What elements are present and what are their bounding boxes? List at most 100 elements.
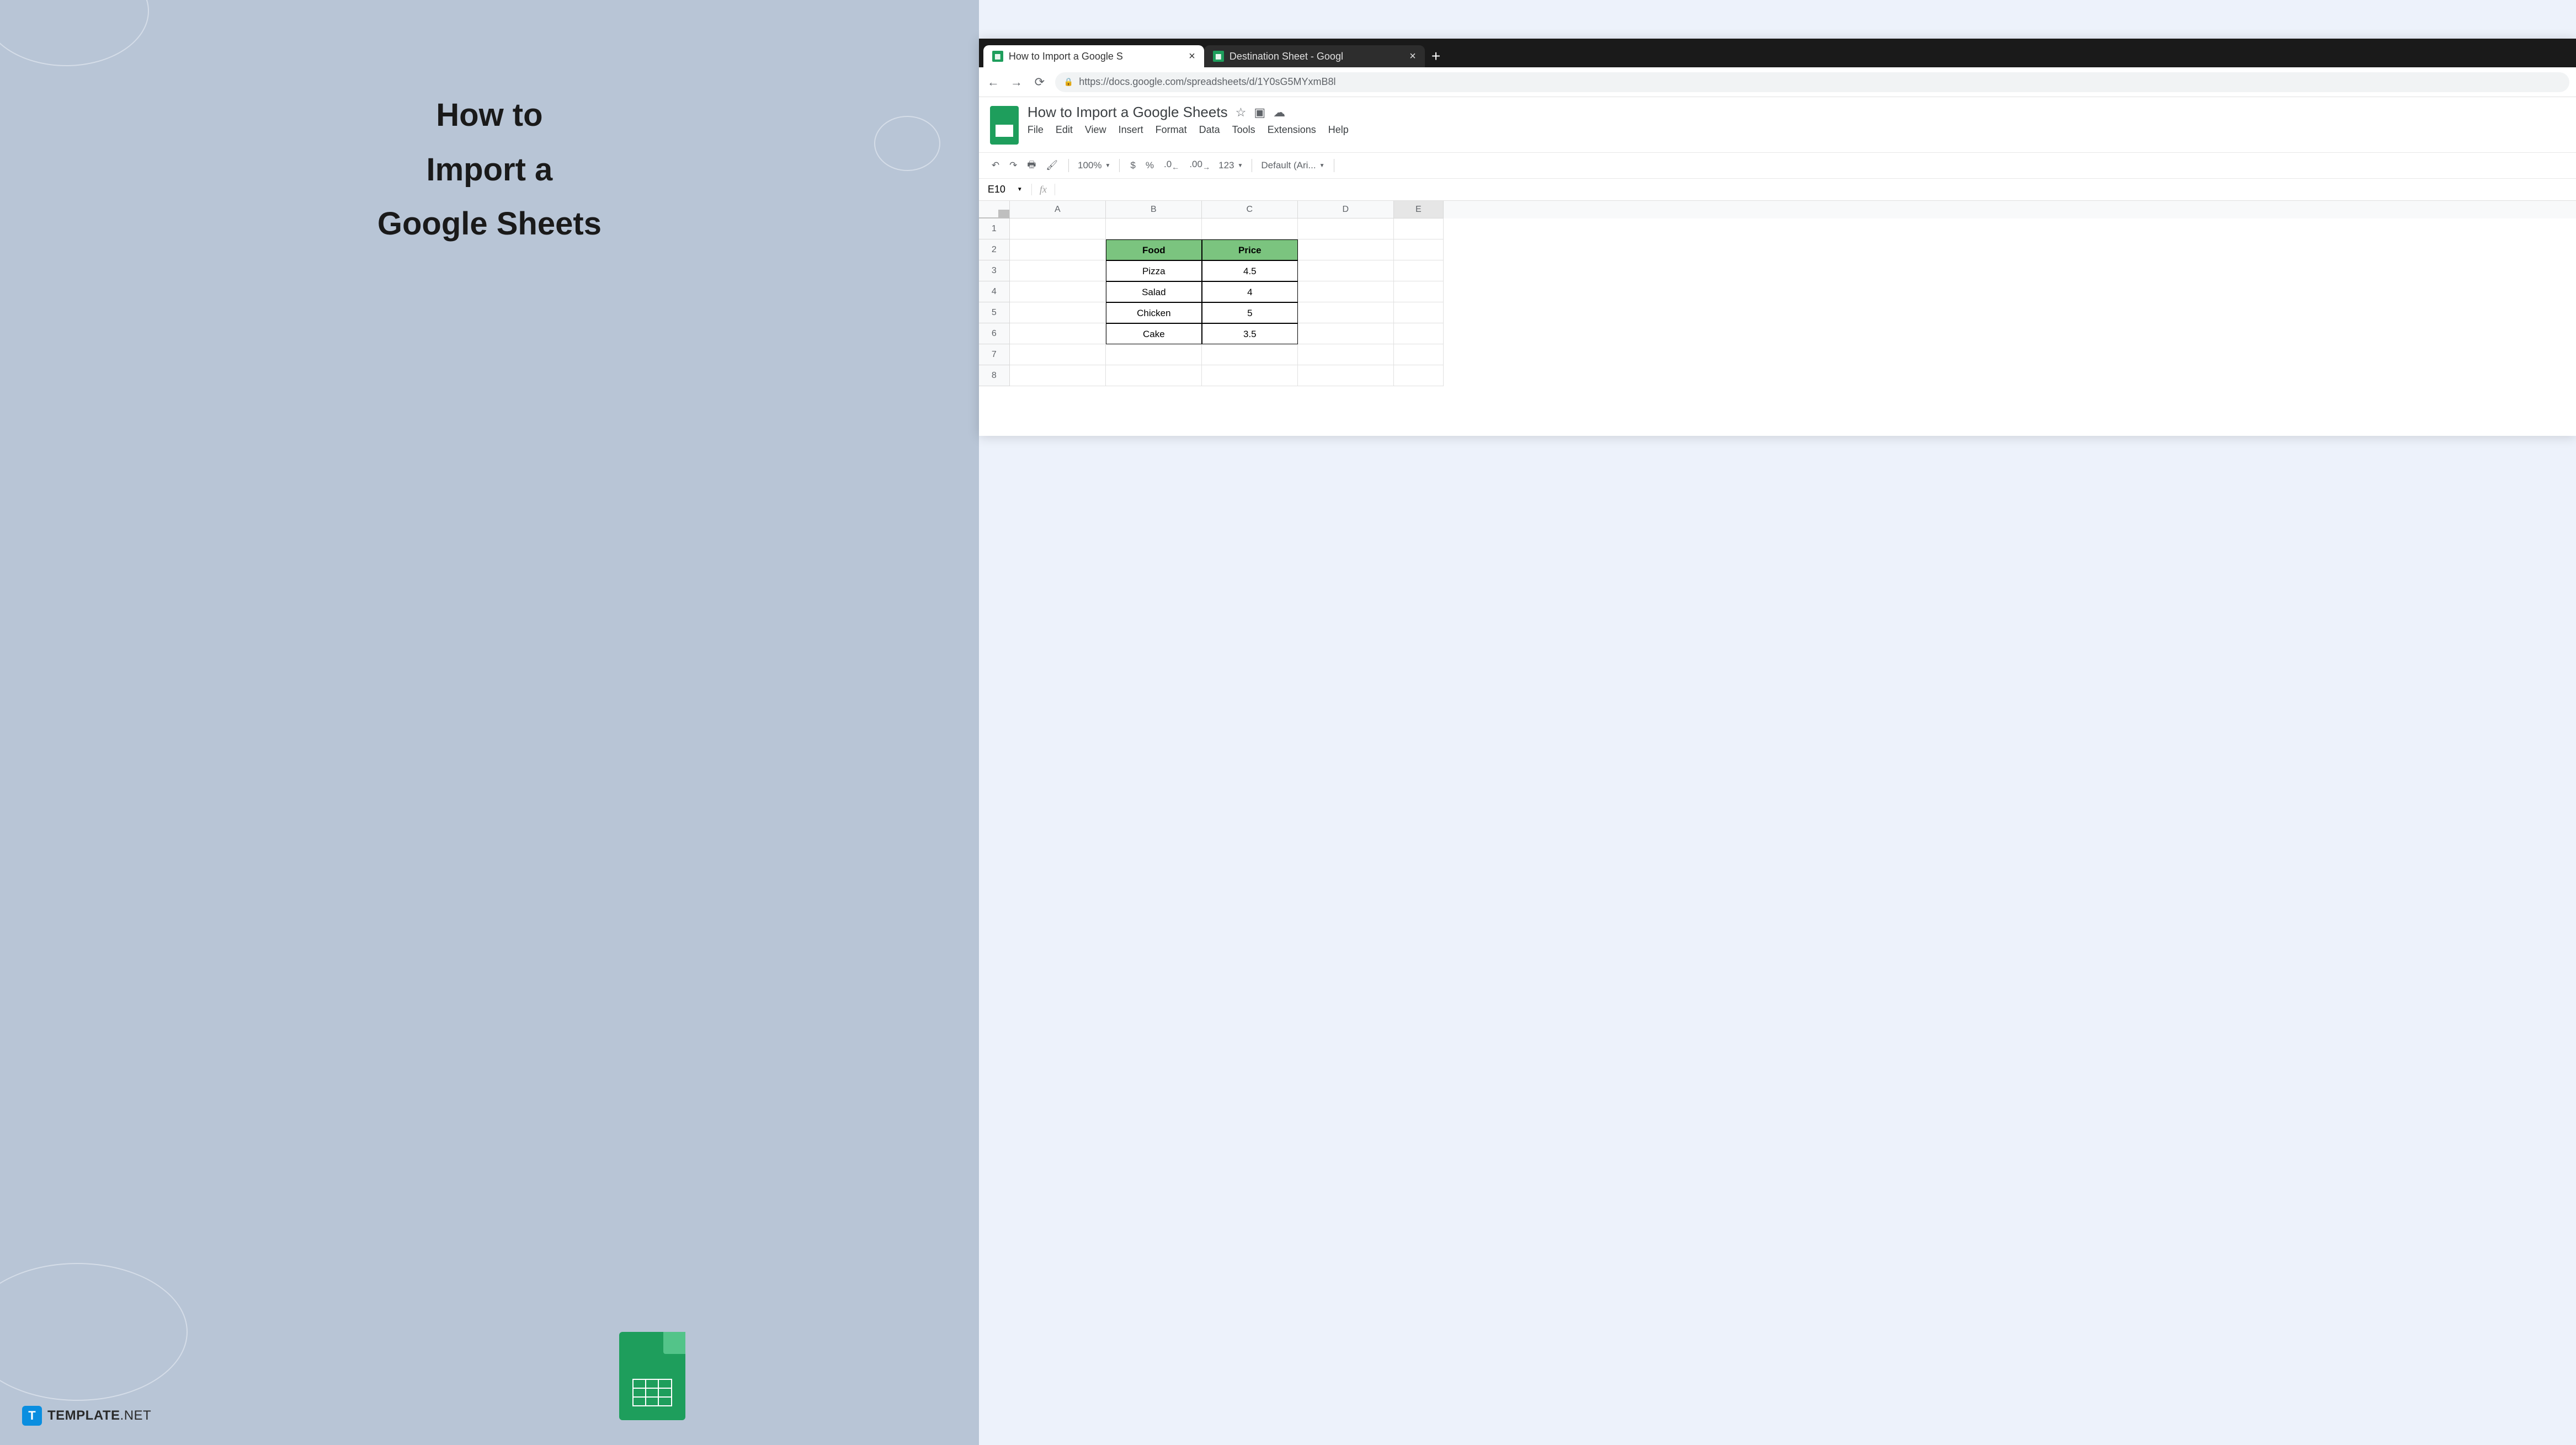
menu-view[interactable]: View (1085, 124, 1106, 136)
row-header[interactable]: 1 (979, 218, 1010, 239)
chevron-down-icon: ▼ (1017, 186, 1023, 193)
row-header[interactable]: 5 (979, 302, 1010, 323)
cell[interactable] (1394, 323, 1444, 344)
menu-help[interactable]: Help (1328, 124, 1349, 136)
cell[interactable] (1010, 218, 1106, 239)
row-header[interactable]: 3 (979, 260, 1010, 281)
cell[interactable] (1010, 365, 1106, 386)
cell-data[interactable]: Salad (1106, 281, 1202, 302)
cell[interactable] (1394, 260, 1444, 281)
cell[interactable] (1202, 344, 1298, 365)
tab-label: Destination Sheet - Googl (1230, 51, 1343, 62)
menu-edit[interactable]: Edit (1056, 124, 1073, 136)
cell[interactable] (1298, 260, 1394, 281)
cell[interactable] (1394, 302, 1444, 323)
cell[interactable] (1202, 365, 1298, 386)
new-tab-button[interactable]: + (1425, 45, 1447, 67)
cell[interactable] (1010, 281, 1106, 302)
chevron-down-icon: ▼ (1105, 163, 1110, 169)
col-header[interactable]: E (1394, 201, 1444, 218)
name-box[interactable]: E10 ▼ (979, 184, 1032, 195)
forward-icon[interactable]: → (1009, 75, 1024, 89)
cell[interactable] (1010, 239, 1106, 260)
sheets-favicon-icon: ▦ (1213, 51, 1224, 62)
cell-header[interactable]: Price (1202, 239, 1298, 260)
cell-data[interactable]: Pizza (1106, 260, 1202, 281)
brand-icon: T (22, 1406, 42, 1426)
number-format-dropdown[interactable]: 123▼ (1218, 160, 1243, 171)
sheet-row: 3 Pizza 4.5 (979, 260, 2576, 281)
cell[interactable] (1106, 365, 1202, 386)
sheets-doc-icon[interactable] (990, 106, 1019, 145)
zoom-dropdown[interactable]: 100%▼ (1078, 160, 1110, 171)
menu-file[interactable]: File (1028, 124, 1044, 136)
col-header[interactable]: C (1202, 201, 1298, 218)
cell[interactable] (1298, 281, 1394, 302)
cell[interactable] (1394, 344, 1444, 365)
menu-data[interactable]: Data (1199, 124, 1220, 136)
menu-extensions[interactable]: Extensions (1268, 124, 1316, 136)
cell[interactable] (1394, 218, 1444, 239)
cell[interactable] (1298, 323, 1394, 344)
cell[interactable] (1010, 344, 1106, 365)
cell[interactable] (1394, 365, 1444, 386)
col-header[interactable]: A (1010, 201, 1106, 218)
cell[interactable] (1010, 302, 1106, 323)
cell-data[interactable]: 4.5 (1202, 260, 1298, 281)
cell[interactable] (1106, 218, 1202, 239)
cell-header[interactable]: Food (1106, 239, 1202, 260)
tab-inactive[interactable]: ▦ Destination Sheet - Googl × (1204, 45, 1425, 67)
cell[interactable] (1394, 281, 1444, 302)
undo-icon[interactable]: ↶ (990, 160, 1001, 171)
select-all-corner[interactable] (979, 201, 1010, 218)
font-dropdown[interactable]: Default (Ari...▼ (1261, 160, 1324, 171)
url-text: https://docs.google.com/spreadsheets/d/1… (1079, 76, 1335, 88)
paint-format-icon[interactable]: 🖌 (1044, 160, 1060, 171)
cell[interactable] (1010, 323, 1106, 344)
menu-tools[interactable]: Tools (1232, 124, 1255, 136)
back-icon[interactable]: ← (986, 75, 1001, 89)
move-icon[interactable]: ▣ (1254, 105, 1265, 120)
cell[interactable] (1106, 344, 1202, 365)
chevron-down-icon: ▼ (1319, 163, 1325, 169)
menu-insert[interactable]: Insert (1119, 124, 1143, 136)
row-header[interactable]: 7 (979, 344, 1010, 365)
row-header[interactable]: 4 (979, 281, 1010, 302)
close-icon[interactable]: × (1409, 50, 1416, 63)
row-header[interactable]: 6 (979, 323, 1010, 344)
star-icon[interactable]: ☆ (1236, 105, 1247, 120)
tab-active[interactable]: ▦ How to Import a Google S × (983, 45, 1204, 67)
increase-decimal-button[interactable]: .00→ (1188, 159, 1212, 172)
cell[interactable] (1298, 365, 1394, 386)
cell[interactable] (1202, 218, 1298, 239)
percent-button[interactable]: % (1144, 160, 1156, 171)
col-header[interactable]: D (1298, 201, 1394, 218)
cell-data[interactable]: Chicken (1106, 302, 1202, 323)
cell[interactable] (1010, 260, 1106, 281)
doc-title[interactable]: How to Import a Google Sheets (1028, 104, 1228, 121)
redo-icon[interactable]: ↷ (1008, 160, 1019, 171)
cell-data[interactable]: 3.5 (1202, 323, 1298, 344)
tab-label: How to Import a Google S (1009, 51, 1123, 62)
lock-icon: 🔒 (1064, 77, 1073, 87)
cell-data[interactable]: 5 (1202, 302, 1298, 323)
cell[interactable] (1298, 239, 1394, 260)
cell-data[interactable]: Cake (1106, 323, 1202, 344)
decrease-decimal-button[interactable]: .0← (1162, 159, 1181, 172)
cell[interactable] (1298, 302, 1394, 323)
row-header[interactable]: 2 (979, 239, 1010, 260)
cell[interactable] (1394, 239, 1444, 260)
sheet-row: 4 Salad 4 (979, 281, 2576, 302)
row-header[interactable]: 8 (979, 365, 1010, 386)
cell[interactable] (1298, 218, 1394, 239)
cell-data[interactable]: 4 (1202, 281, 1298, 302)
close-icon[interactable]: × (1189, 50, 1195, 63)
currency-button[interactable]: $ (1129, 160, 1137, 171)
cell[interactable] (1298, 344, 1394, 365)
reload-icon[interactable]: ⟳ (1032, 75, 1047, 89)
print-icon[interactable]: 🖶 (1025, 158, 1037, 174)
col-header[interactable]: B (1106, 201, 1202, 218)
url-input[interactable]: 🔒 https://docs.google.com/spreadsheets/d… (1055, 72, 2569, 92)
cloud-icon[interactable]: ☁ (1273, 105, 1285, 120)
menu-format[interactable]: Format (1156, 124, 1187, 136)
